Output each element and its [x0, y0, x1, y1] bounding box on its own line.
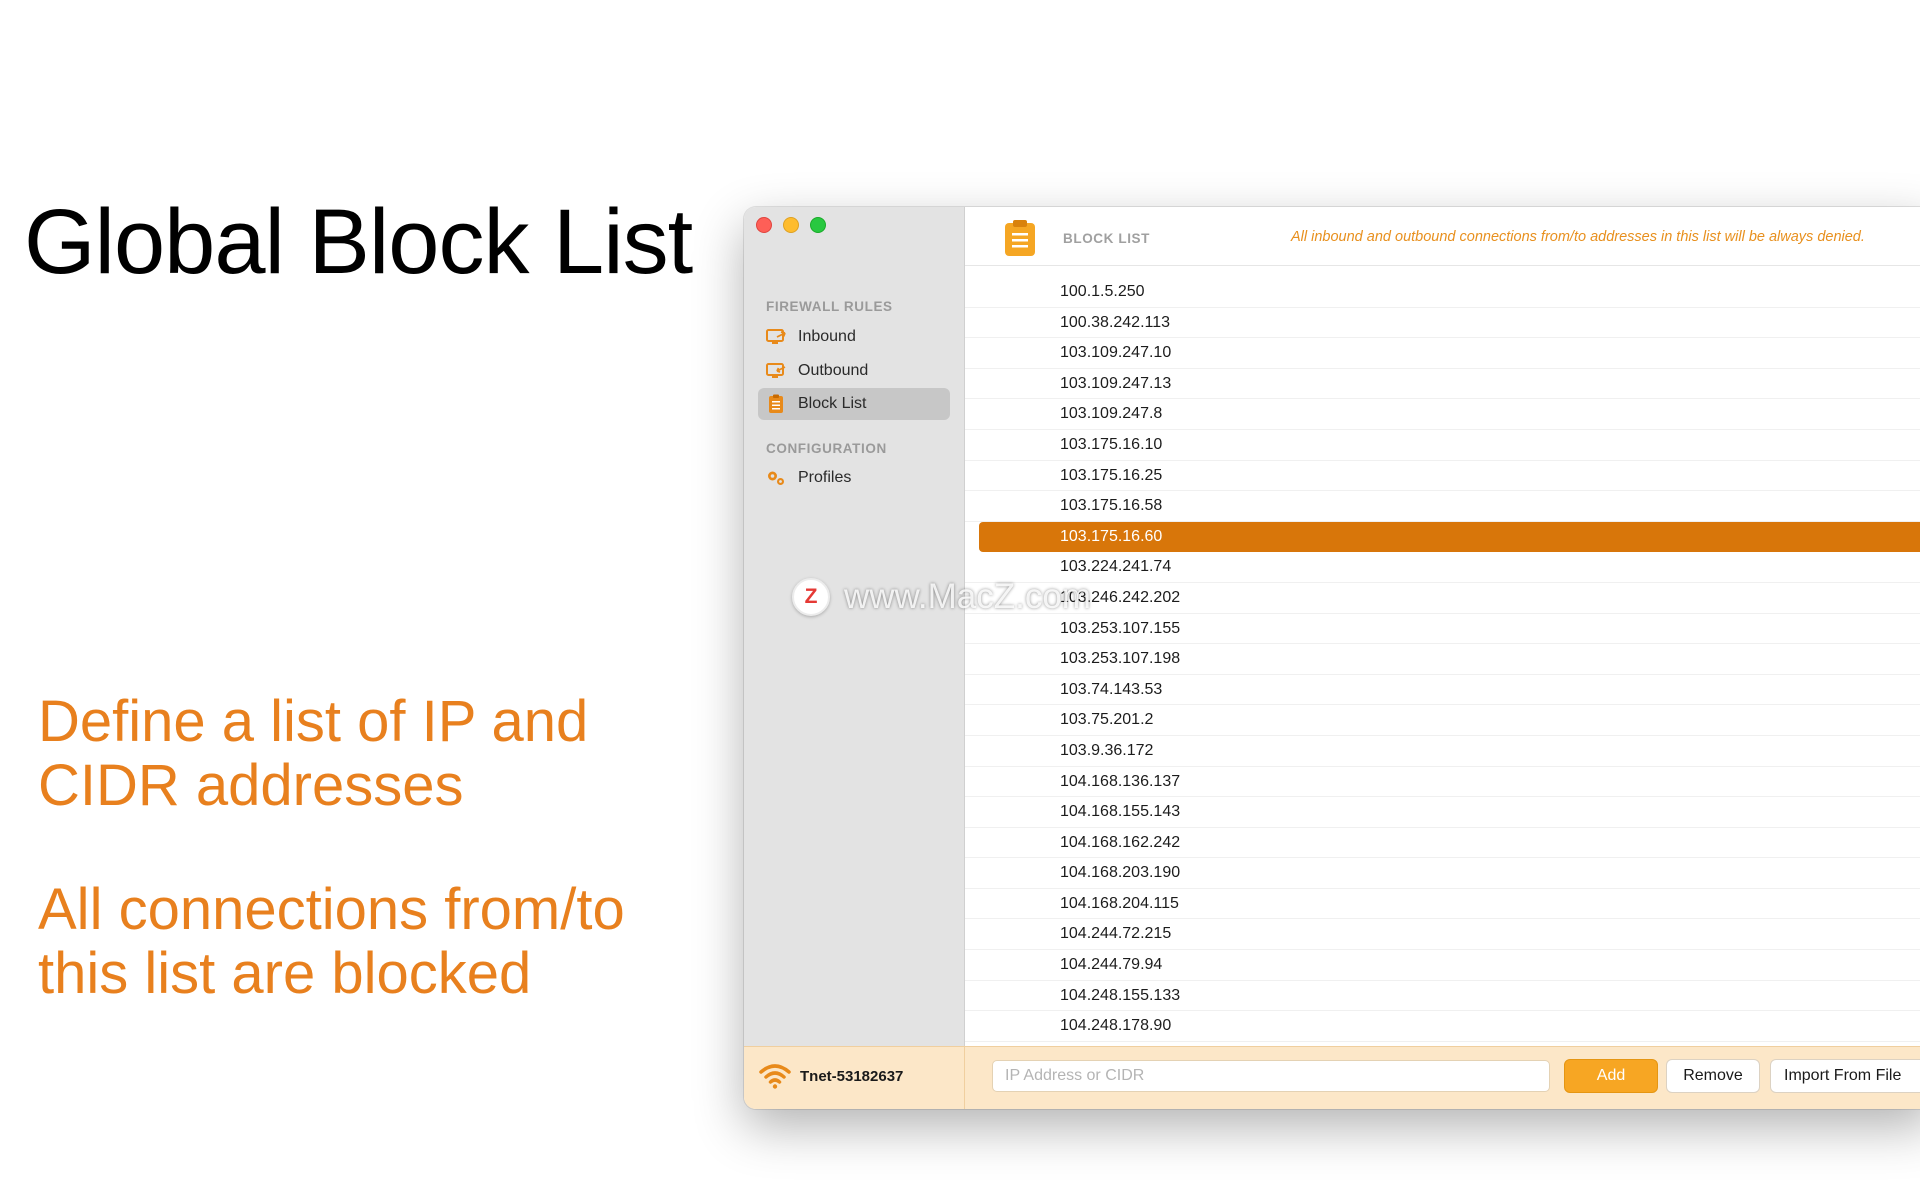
ip-address-text: 104.168.204.115	[1060, 894, 1179, 912]
ip-address-text: 103.175.16.10	[1060, 435, 1163, 453]
sidebar-section-configuration: CONFIGURATION	[766, 441, 887, 456]
ip-address-text: 103.109.247.8	[1060, 405, 1163, 423]
list-row[interactable]: 103.109.247.10	[965, 338, 1920, 369]
ip-address-text: 104.168.203.190	[1060, 864, 1181, 882]
watermark-text: www.MacZ.com	[844, 577, 1091, 616]
list-row[interactable]: 104.168.162.242	[965, 828, 1920, 859]
ip-address-text: 103.253.107.155	[1060, 619, 1181, 637]
list-row[interactable]: 103.75.201.2	[965, 705, 1920, 736]
list-row[interactable]: 104.168.204.115	[965, 889, 1920, 920]
list-row-selected[interactable]: 103.175.16.60	[979, 521, 1920, 553]
sidebar-item-label: Block List	[798, 395, 867, 412]
list-row[interactable]: 104.168.155.143	[965, 797, 1920, 828]
list-row[interactable]: 104.168.203.190	[965, 858, 1920, 889]
sidebar-item-label: Outbound	[798, 362, 869, 379]
import-from-file-button[interactable]: Import From File	[1770, 1059, 1920, 1093]
ip-address-text: 100.1.5.250	[1060, 283, 1145, 300]
ip-address-text: 103.224.241.74	[1060, 558, 1172, 576]
list-row[interactable]: 104.248.178.90	[965, 1011, 1920, 1042]
list-row[interactable]: 103.253.107.155	[965, 614, 1920, 645]
sidebar-section-firewall-rules: FIREWALL RULES	[766, 299, 893, 314]
ip-address-text: 103.109.247.13	[1060, 374, 1172, 392]
minimize-window-button[interactable]	[783, 217, 799, 233]
list-row[interactable]: 103.74.143.53	[965, 675, 1920, 706]
ip-address-text: 104.168.162.242	[1060, 833, 1181, 851]
list-row[interactable]: 103.224.241.74	[965, 552, 1920, 583]
list-row[interactable]: 103.109.247.13	[965, 369, 1920, 400]
slide-description-2: All connections from/to this list are bl…	[38, 877, 625, 1006]
gears-icon	[766, 468, 786, 488]
network-name: Tnet-53182637	[800, 1068, 904, 1085]
slide-title: Global Block List	[24, 191, 693, 293]
ip-address-text: 104.248.178.90	[1060, 1017, 1172, 1035]
list-row[interactable]: 100.1.5.250	[965, 277, 1920, 308]
ip-address-text: 103.175.16.58	[1060, 497, 1163, 515]
ip-address-text: 103.9.36.172	[1060, 741, 1154, 759]
list-row[interactable]: 104.168.136.137	[965, 767, 1920, 798]
zoom-window-button[interactable]	[810, 217, 826, 233]
close-window-button[interactable]	[756, 217, 772, 233]
list-row[interactable]: 103.9.36.172	[965, 736, 1920, 767]
clipboard-icon	[1003, 219, 1037, 262]
ip-address-text: 103.74.143.53	[1060, 680, 1163, 698]
ip-address-text: 104.168.155.143	[1060, 803, 1181, 821]
list-row[interactable]: 103.175.16.25	[965, 461, 1920, 492]
ip-address-text: 103.253.107.198	[1060, 650, 1181, 668]
ip-address-text: 103.175.16.25	[1060, 466, 1163, 484]
footer-divider	[964, 1047, 965, 1109]
slide-description-1: Define a list of IP and CIDR addresses	[38, 689, 589, 818]
ip-address-text: 104.248.155.133	[1060, 986, 1181, 1004]
add-button[interactable]: Add	[1564, 1059, 1658, 1093]
sidebar-item-profiles[interactable]: Profiles	[758, 462, 950, 494]
list-row[interactable]: 100.38.242.113	[965, 308, 1920, 339]
clipboard-icon	[766, 394, 786, 414]
ip-address-text: 103.175.16.60	[1060, 527, 1163, 545]
watermark-logo-icon: Z	[792, 578, 830, 616]
ip-address-text: 104.244.79.94	[1060, 956, 1163, 974]
sidebar-item-label: Profiles	[798, 469, 852, 486]
sidebar-item-outbound[interactable]: Outbound	[758, 355, 950, 387]
list-row[interactable]: 104.248.155.133	[965, 981, 1920, 1012]
ip-address-input[interactable]	[992, 1060, 1550, 1092]
list-row[interactable]: 104.244.79.94	[965, 950, 1920, 981]
panel-header: BLOCK LIST All inbound and outbound conn…	[965, 207, 1920, 266]
sidebar-item-label: Inbound	[798, 328, 856, 345]
inbound-icon	[766, 327, 786, 347]
list-row[interactable]: 103.246.242.202	[965, 583, 1920, 614]
sidebar: FIREWALL RULES Inbound Outbound Block Li…	[744, 207, 965, 1047]
block-list[interactable]: 100.1.5.250 100.38.242.113 103.109.247.10 1…	[965, 277, 1920, 1073]
app-window: FIREWALL RULES Inbound Outbound Block Li…	[744, 207, 1920, 1109]
list-row[interactable]: 103.253.107.198	[965, 644, 1920, 675]
ip-address-text: 103.109.247.10	[1060, 344, 1172, 362]
watermark: Z www.MacZ.com	[792, 577, 1091, 617]
panel-title: BLOCK LIST	[1063, 231, 1150, 246]
list-row[interactable]: 103.175.16.10	[965, 430, 1920, 461]
ip-address-text: 103.75.201.2	[1060, 711, 1154, 729]
sidebar-item-inbound[interactable]: Inbound	[758, 321, 950, 353]
outbound-icon	[766, 361, 786, 381]
list-row[interactable]: 103.175.16.58	[965, 491, 1920, 522]
sidebar-item-block-list[interactable]: Block List	[758, 388, 950, 420]
panel-description: All inbound and outbound connections fro…	[1291, 229, 1865, 245]
list-row[interactable]: 103.109.247.8	[965, 399, 1920, 430]
wifi-icon	[758, 1062, 792, 1095]
ip-address-text: 104.244.72.215	[1060, 925, 1172, 943]
ip-address-text: 104.168.136.137	[1060, 772, 1181, 790]
bottom-bar: Tnet-53182637 Add Remove Import From Fil…	[744, 1046, 1920, 1109]
main-panel: BLOCK LIST All inbound and outbound conn…	[965, 207, 1920, 1073]
ip-address-text: 100.38.242.113	[1060, 313, 1171, 331]
list-row[interactable]: 104.244.72.215	[965, 919, 1920, 951]
remove-button[interactable]: Remove	[1666, 1059, 1760, 1093]
watermark-logo-letter: Z	[804, 585, 818, 608]
